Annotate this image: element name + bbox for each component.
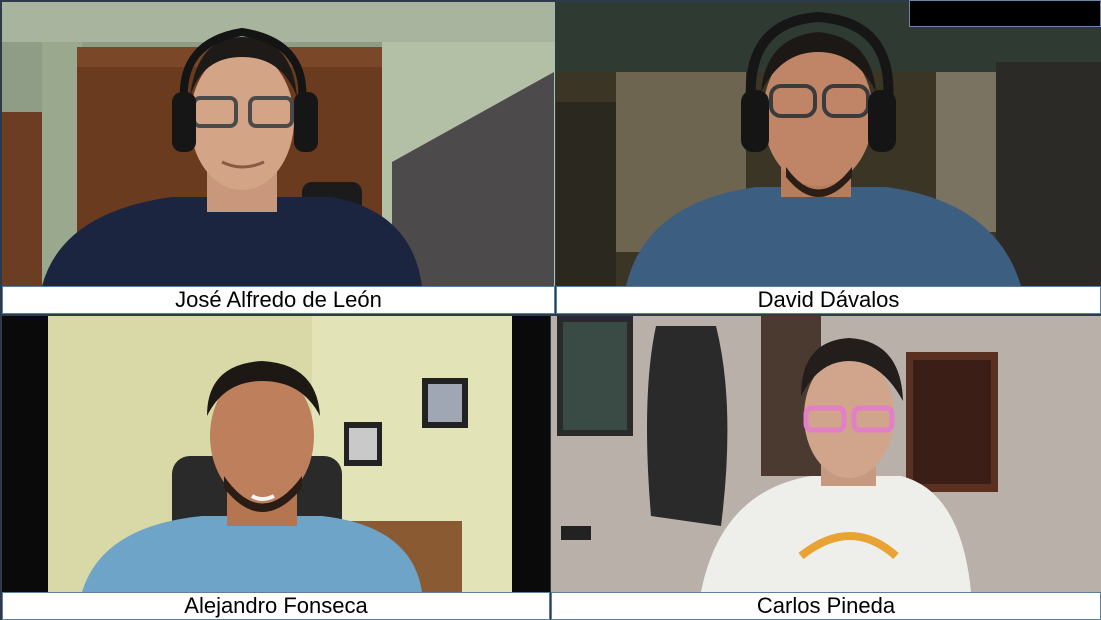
video-call-grid: José Alfredo de León David Dávalos Aleja… — [0, 0, 1101, 620]
participant-video — [2, 2, 555, 286]
webcam-feed-image — [2, 316, 550, 592]
webcam-feed-image — [551, 316, 1101, 592]
participant-name-label: Alejandro Fonseca — [2, 592, 550, 620]
participant-tile-alejandro[interactable]: Alejandro Fonseca — [2, 316, 550, 620]
webcam-feed-image — [2, 2, 555, 286]
participant-name-label: José Alfredo de León — [2, 286, 555, 314]
participant-name-label: Carlos Pineda — [551, 592, 1101, 620]
screen-share-overlay — [909, 0, 1101, 27]
webcam-feed-image — [556, 2, 1101, 286]
participant-video — [556, 2, 1101, 286]
participant-tile-jose[interactable]: José Alfredo de León — [2, 2, 555, 314]
participant-video — [2, 316, 550, 592]
participant-tile-david[interactable]: David Dávalos — [556, 2, 1101, 314]
participant-tile-carlos[interactable]: Carlos Pineda — [551, 316, 1101, 620]
participant-video — [551, 316, 1101, 592]
participant-name-label: David Dávalos — [556, 286, 1101, 314]
